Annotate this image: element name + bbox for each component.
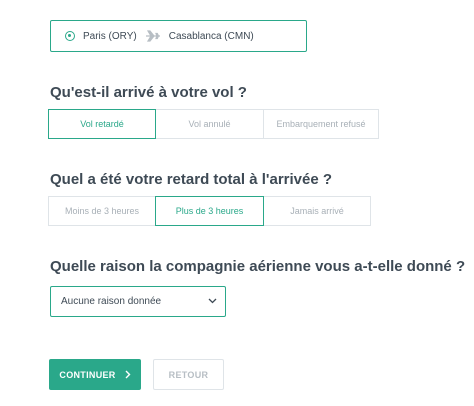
airplane-icon [145,30,161,42]
flight-route-card[interactable]: Paris (ORY) Casablanca (CMN) [50,20,307,52]
question-what-happened: Qu'est-il arrivé à votre vol ? [50,84,247,101]
option-delayed[interactable]: Vol retardé [48,109,156,139]
reason-select[interactable]: Aucune raison donnée [50,286,226,317]
destination-airport: Casablanca (CMN) [168,30,254,42]
delay-duration-options: Moins de 3 heures Plus de 3 heures Jamai… [48,196,371,226]
back-button[interactable]: RETOUR [153,359,224,390]
option-denied-boarding[interactable]: Embarquement refusé [263,109,379,139]
chevron-right-icon [125,370,131,379]
question-airline-reason: Quelle raison la compagnie aérienne vous… [50,258,466,275]
option-less-than-3h[interactable]: Moins de 3 heures [48,196,156,226]
chevron-down-icon [208,296,217,307]
continue-button-label: CONTINUER [59,369,116,380]
radio-selected-icon[interactable] [65,31,75,41]
reason-select-value: Aucune raison donnée [61,296,162,307]
option-cancelled[interactable]: Vol annulé [155,109,264,139]
continue-button[interactable]: CONTINUER [49,359,141,390]
origin-airport: Paris (ORY) [83,30,137,42]
option-never-arrived[interactable]: Jamais arrivé [263,196,371,226]
flight-issue-options: Vol retardé Vol annulé Embarquement refu… [48,109,379,139]
question-total-delay: Quel a été votre retard total à l'arrivé… [50,171,333,188]
option-more-than-3h[interactable]: Plus de 3 heures [155,196,264,226]
